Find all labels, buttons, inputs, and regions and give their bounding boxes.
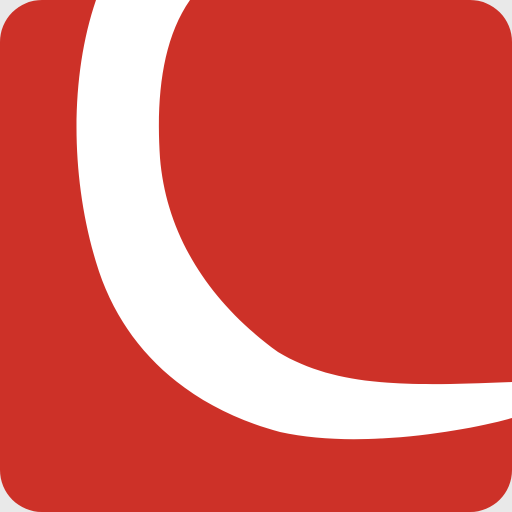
crescent-swoosh-shape [76,0,512,440]
crescent-swoosh-icon [76,0,512,440]
app-icon-tile[interactable] [0,0,512,512]
